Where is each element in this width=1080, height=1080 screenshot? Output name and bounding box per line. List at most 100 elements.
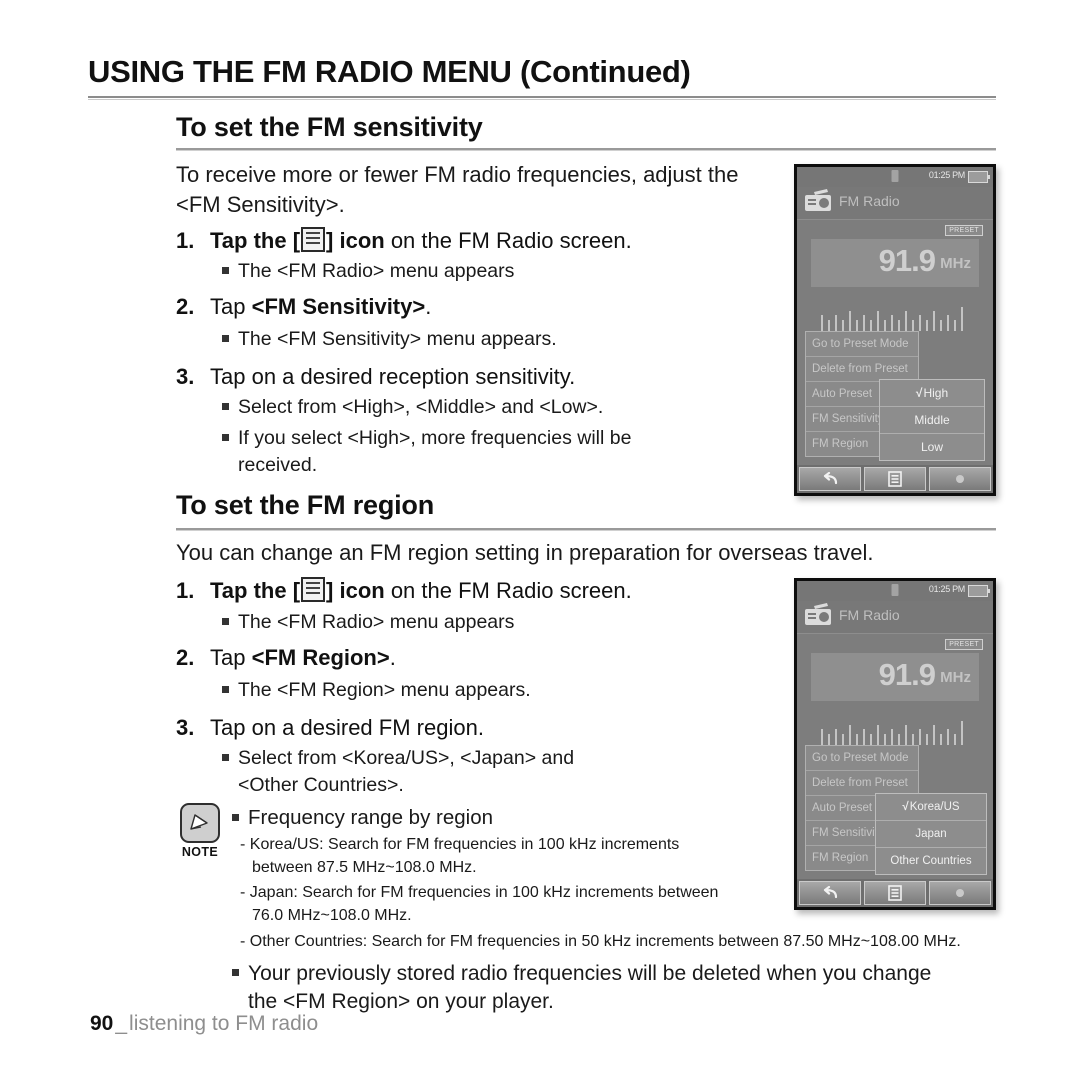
note-heading: Frequency range by region: [232, 805, 792, 831]
section2-step3-bullet-1: Select from <Korea/US>, <Japan> and <Oth…: [222, 745, 782, 799]
note-icon: NOTE: [178, 803, 222, 859]
step2-text-bold: <FM Sensitivity>: [251, 294, 426, 319]
step2-text-post: .: [425, 294, 432, 319]
menu-item-go-to-preset-mode[interactable]: Go to Preset Mode: [806, 746, 918, 771]
page-footer: 90_listening to FM radio: [90, 1012, 319, 1035]
submenu-item-japan[interactable]: Japan: [876, 821, 986, 848]
step1-text-tail: on the FM Radio screen.: [384, 228, 632, 253]
submenu-item-high[interactable]: √High: [880, 380, 984, 407]
section1-intro: To receive more or fewer FM radio freque…: [176, 162, 739, 217]
fm-region-submenu[interactable]: √Korea/US Japan Other Countries: [875, 793, 987, 875]
battery-icon: [968, 171, 990, 183]
frequency-value: 91.9: [878, 243, 936, 278]
step2-text-pre: Tap: [210, 294, 252, 319]
bluetooth-icon: [891, 584, 899, 596]
section1-step1-bullet: The <FM Radio> menu appears: [222, 258, 782, 285]
check-icon: √: [902, 801, 909, 813]
section2-step-3: 3. Tap on a desired FM region.: [176, 713, 776, 743]
device-screenshot-region: 01:25 PM FM Radio PRESET 91.9 MHz Go to …: [794, 578, 996, 910]
step3-text: Tap on a desired reception sensitivity.: [210, 364, 576, 389]
submenu-item-korea-us[interactable]: √Korea/US: [876, 794, 986, 821]
note-label: NOTE: [181, 845, 219, 859]
check-icon: √: [915, 386, 923, 400]
step1-text-pre: Tap the [: [210, 228, 301, 253]
menu-icon: [301, 577, 326, 602]
step1-text-post: ] icon: [326, 228, 385, 253]
step-number: 3.: [176, 364, 195, 389]
preset-badge: PRESET: [945, 639, 983, 650]
page-title: USING THE FM RADIO MENU (Continued): [88, 54, 691, 89]
submenu-item-low[interactable]: Low: [880, 434, 984, 460]
bullet-square-icon: [232, 813, 239, 821]
bullet-square-icon: [222, 753, 229, 761]
section-rule-2: [176, 528, 996, 531]
status-bar: 01:25 PM: [797, 167, 993, 187]
tuning-scale: [821, 719, 975, 745]
page-number: 90: [90, 1012, 114, 1035]
section2-step2-bullet: The <FM Region> menu appears.: [222, 677, 782, 704]
dot-icon: [956, 889, 964, 897]
bullet-square-icon: [222, 266, 229, 274]
step2-text-pre: Tap: [210, 645, 252, 670]
device-title-bar: FM Radio: [797, 187, 993, 220]
section1-step-2: 2. Tap <FM Sensitivity>.: [176, 292, 776, 322]
back-button[interactable]: [799, 881, 861, 905]
menu-item-go-to-preset-mode[interactable]: Go to Preset Mode: [806, 332, 918, 357]
section1-step-3: 3. Tap on a desired reception sensitivit…: [176, 362, 776, 392]
option-button[interactable]: [929, 467, 991, 491]
pen-icon: [180, 803, 220, 843]
section2-step1-bullet: The <FM Radio> menu appears: [222, 609, 782, 636]
section1-step2-bullet: The <FM Sensitivity> menu appears.: [222, 326, 782, 353]
bullet-square-icon: [222, 685, 229, 693]
note-line-korea: - Korea/US: Search for FM frequencies in…: [240, 836, 680, 876]
menu-icon: [301, 227, 326, 252]
frequency-value: 91.9: [878, 657, 936, 692]
status-time: 01:25 PM: [928, 584, 965, 594]
status-time: 01:25 PM: [928, 170, 965, 180]
section2-step-1: 1. Tap the [] icon on the FM Radio scree…: [176, 576, 776, 606]
device-title: FM Radio: [839, 193, 900, 209]
radio-icon: [803, 189, 833, 213]
manual-page: USING THE FM RADIO MENU (Continued) To s…: [0, 0, 1080, 1080]
step2-text-post: .: [389, 645, 396, 670]
bullet-square-icon: [222, 402, 229, 410]
note-line-other-countries: - Other Countries: Search for FM frequen…: [240, 933, 961, 950]
note-final-bullet: Your previously stored radio frequencies…: [232, 960, 1022, 1016]
tuning-scale: [821, 305, 975, 331]
bluetooth-icon: [891, 170, 899, 182]
device-title: FM Radio: [839, 607, 900, 623]
battery-icon: [968, 585, 990, 597]
section-title-fm-sensitivity: To set the FM sensitivity: [176, 112, 483, 142]
bullet-square-icon: [222, 433, 229, 441]
option-button[interactable]: [929, 881, 991, 905]
dot-icon: [956, 475, 964, 483]
device-screen: 01:25 PM FM Radio PRESET 91.9 MHz Go to …: [797, 167, 993, 493]
step-number: 1.: [176, 578, 195, 603]
status-bar: 01:25 PM: [797, 581, 993, 601]
back-button[interactable]: [799, 467, 861, 491]
menu-button[interactable]: [864, 881, 926, 905]
section-title-fm-region: To set the FM region: [176, 490, 434, 520]
submenu-item-other-countries[interactable]: Other Countries: [876, 848, 986, 874]
menu-button[interactable]: [864, 467, 926, 491]
step3-text: Tap on a desired FM region.: [210, 715, 484, 740]
step2-text-bold: <FM Region>: [251, 645, 390, 670]
step1-text-pre: Tap the [: [210, 578, 301, 603]
device-title-bar: FM Radio: [797, 601, 993, 634]
chapter-rule: [88, 96, 996, 100]
submenu-item-middle[interactable]: Middle: [880, 407, 984, 434]
bullet-square-icon: [222, 617, 229, 625]
bullet-square-icon: [232, 969, 239, 977]
frequency-display: 91.9 MHz: [811, 239, 979, 287]
bullet-square-icon: [222, 334, 229, 342]
radio-icon: [803, 603, 833, 627]
device-screenshot-sensitivity: 01:25 PM FM Radio PRESET 91.9 MHz Go to …: [794, 164, 996, 496]
section1-step3-bullet-2: If you select <High>, more frequencies w…: [222, 425, 782, 479]
note-line-japan: - Japan: Search for FM frequencies in 10…: [240, 884, 719, 924]
step-number: 2.: [176, 294, 195, 319]
device-button-bar: [797, 465, 993, 493]
step1-text-post: ] icon: [326, 578, 385, 603]
fm-sensitivity-submenu[interactable]: √High Middle Low: [879, 379, 985, 461]
section-rule-1: [176, 148, 996, 151]
device-button-bar: [797, 879, 993, 907]
